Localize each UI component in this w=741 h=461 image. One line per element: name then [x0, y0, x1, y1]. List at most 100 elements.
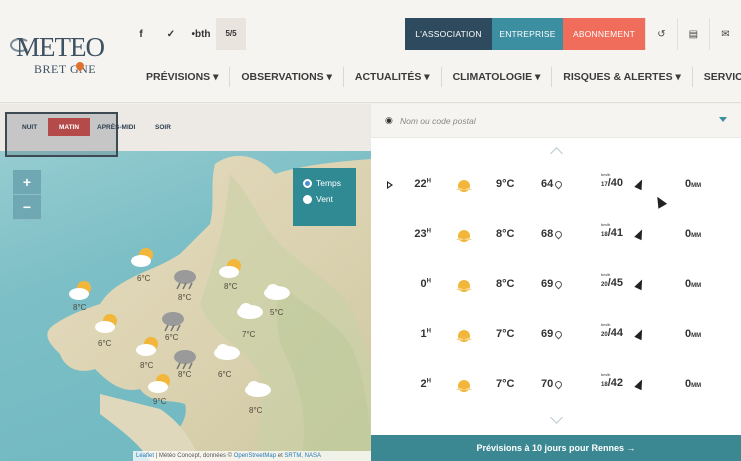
drop-icon	[553, 279, 564, 290]
sun-cloud-icon	[69, 281, 91, 300]
forecast-rain: 0MM	[685, 178, 701, 190]
rain-unit: MM	[691, 183, 702, 189]
nav-actualites[interactable]: ACTUALITÉS ▾	[344, 67, 442, 87]
nav-previsions-label: PRÉVISIONS	[146, 71, 211, 83]
logo-sub-text: BRET GNE	[34, 62, 97, 76]
nav-climatologie-label: CLIMATOLOGIE	[452, 71, 533, 83]
cloud-icon	[245, 381, 271, 397]
layer-temps-label: Temps	[316, 178, 342, 188]
forecast-humidity: 69	[541, 328, 564, 340]
wind-direction-icon	[634, 177, 646, 191]
entreprise-button[interactable]: ENTREPRISE	[492, 18, 563, 50]
map-temp-label: 8°C	[73, 303, 87, 312]
site-logo[interactable]: METEO BRET GNE	[6, 32, 116, 82]
map-temp-label: 8°C	[178, 370, 192, 379]
tab-soir[interactable]: SOIR	[155, 124, 171, 131]
drop-icon	[553, 329, 564, 340]
forecast-row: 1H 7°C 69 km/h 20/44 0MM	[371, 314, 741, 364]
forecast-humidity: 69	[541, 278, 564, 290]
humidity-value: 68	[541, 228, 554, 240]
scroll-up-icon[interactable]	[550, 147, 563, 160]
forecast-hour-value: 23	[414, 228, 427, 240]
logo-main-text: METEO	[16, 32, 105, 62]
city-search[interactable]: ◉ Nom ou code postal	[371, 104, 741, 138]
association-button[interactable]: L'ASSOCIATION	[405, 18, 492, 50]
mail-icon[interactable]: ✉	[709, 18, 741, 50]
forecast-row: 23H 8°C 68 km/h 18/41 0MM	[371, 214, 741, 264]
forecast-wind: km/h 20/45	[601, 272, 623, 289]
forecast-row: 0H 8°C 69 km/h 20/45 0MM	[371, 264, 741, 314]
cart-icon[interactable]: ▤	[677, 18, 709, 50]
nav-actualites-label: ACTUALITÉS	[354, 71, 422, 83]
tab-apres-midi[interactable]: APRÈS-MIDI	[97, 124, 135, 131]
wind-unit: km/h	[601, 172, 611, 177]
dropdown-caret-icon[interactable]	[719, 117, 727, 122]
forecast-temp: 8°C	[496, 278, 515, 290]
humidity-value: 70	[541, 378, 554, 390]
layer-temps[interactable]: Temps	[303, 178, 356, 188]
forecast-hour: 0H	[399, 278, 431, 290]
stats-icon[interactable]: •bth	[186, 18, 216, 50]
rain-unit: MM	[691, 333, 702, 339]
hour-unit: H	[426, 178, 431, 185]
attribution-text: | Météo Concept, données ©	[154, 453, 234, 459]
forecast-humidity: 70	[541, 378, 564, 390]
map-temp-label: 5°C	[270, 308, 284, 317]
wind-speed: /45	[607, 277, 623, 289]
wind-unit: km/h	[601, 222, 611, 227]
sun-cloud-icon	[456, 280, 472, 292]
leaflet-link[interactable]: Leaflet	[136, 453, 154, 459]
forecast-hour: 23H	[399, 228, 431, 240]
zoom-control: + −	[13, 170, 41, 220]
map-attribution: Leaflet | Météo Concept, données © OpenS…	[133, 451, 371, 461]
osm-link[interactable]: OpenStreetMap	[234, 453, 276, 459]
rain-unit: MM	[691, 383, 702, 389]
map-temp-label: 6°C	[137, 274, 151, 283]
twitter-icon[interactable]: ✓	[156, 18, 186, 50]
forecast-rain: 0MM	[685, 328, 701, 340]
abonnement-button[interactable]: ABONNEMENT	[563, 18, 645, 50]
facebook-icon[interactable]: f	[126, 18, 156, 50]
wind-gust: 20	[601, 282, 608, 288]
hour-unit: H	[426, 378, 431, 385]
forecast-temp: 7°C	[496, 328, 515, 340]
layer-vent-label: Vent	[316, 194, 334, 204]
nav-climatologie[interactable]: CLIMATOLOGIE ▾	[442, 67, 553, 87]
map-temp-label: 8°C	[178, 293, 192, 302]
page: METEO BRET GNE f ✓ •bth 5/5 L'ASSOCIATIO…	[0, 0, 741, 461]
nav-observations[interactable]: OBSERVATIONS ▾	[230, 67, 344, 87]
ten-day-forecast-link[interactable]: Prévisions à 10 jours pour Rennes →	[371, 435, 741, 461]
tab-matin[interactable]: MATIN	[48, 118, 90, 136]
site-header: METEO BRET GNE f ✓ •bth 5/5 L'ASSOCIATIO…	[0, 0, 741, 103]
forecast-temp: 9°C	[496, 178, 515, 190]
zoom-out-button[interactable]: −	[13, 195, 41, 220]
tab-nuit[interactable]: NUIT	[22, 124, 37, 131]
storm-cloud-icon	[162, 312, 184, 332]
sun-cloud-icon	[148, 374, 170, 393]
hour-unit: H	[426, 228, 431, 235]
forecast-wind: km/h 18/42	[601, 372, 623, 389]
forecast-hour: 2H	[399, 378, 431, 390]
play-icon[interactable]	[387, 181, 393, 189]
weather-map[interactable]: NUIT MATIN APRÈS-MIDI SOIR + − Temps Ven…	[0, 104, 371, 461]
drop-icon	[553, 179, 564, 190]
forecast-temp: 8°C	[496, 228, 515, 240]
map-temp-label: 7°C	[242, 330, 256, 339]
sun-cloud-icon	[219, 259, 241, 278]
zoom-in-button[interactable]: +	[13, 170, 41, 195]
forecast-hour: 1H	[399, 328, 431, 340]
nav-services-label: SERVICES	[703, 71, 741, 83]
storm-cloud-icon	[174, 350, 196, 370]
hour-unit: H	[426, 328, 431, 335]
srtm-link[interactable]: SRTM, NASA	[284, 453, 321, 459]
wind-direction-icon	[634, 227, 646, 241]
nav-previsions[interactable]: PRÉVISIONS ▾	[135, 67, 231, 87]
rating-badge[interactable]: 5/5	[216, 18, 246, 50]
nav-risques[interactable]: RISQUES & ALERTES ▾	[552, 67, 693, 87]
map-temp-label: 6°C	[165, 333, 179, 342]
cloud-icon	[214, 344, 240, 360]
nav-services[interactable]: SERVICES ▾	[693, 67, 741, 87]
login-icon[interactable]: ↺	[645, 18, 677, 50]
storm-cloud-icon	[174, 270, 196, 290]
layer-vent[interactable]: Vent	[303, 194, 356, 204]
